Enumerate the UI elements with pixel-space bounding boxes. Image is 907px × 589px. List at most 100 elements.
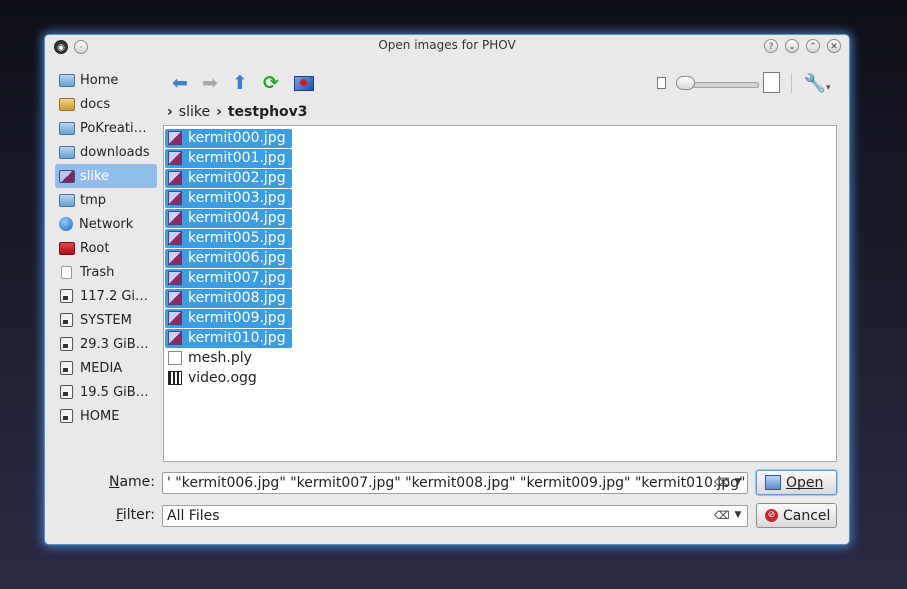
sidebar-item-label: docs: [80, 96, 111, 112]
sidebar-item[interactable]: Root: [55, 236, 157, 260]
breadcrumb-item-current[interactable]: testphov3: [228, 104, 308, 120]
folder-downloads-icon: [59, 145, 75, 159]
file-item-content[interactable]: kermit007.jpg: [165, 268, 292, 288]
image-file-icon: [168, 191, 182, 205]
filter-label: Filter:: [115, 507, 155, 523]
trash-icon: [61, 265, 72, 279]
file-item-content[interactable]: kermit001.jpg: [165, 148, 292, 168]
sidebar-item[interactable]: downloads: [55, 140, 157, 164]
file-item-content[interactable]: kermit004.jpg: [165, 208, 292, 228]
sidebar-item[interactable]: slike: [55, 164, 157, 188]
file-item[interactable]: kermit000.jpg: [165, 128, 836, 148]
file-item[interactable]: kermit007.jpg: [165, 268, 836, 288]
reload-icon[interactable]: ⟳: [258, 71, 284, 95]
zoom-slider-handle[interactable]: [676, 76, 695, 90]
sidebar-item[interactable]: HOME: [55, 404, 157, 428]
sidebar-item[interactable]: MEDIA: [55, 356, 157, 380]
breadcrumb-separator[interactable]: ›: [216, 104, 222, 120]
sidebar-item[interactable]: 19.5 GiB…: [55, 380, 157, 404]
drive-icon: [60, 385, 73, 399]
file-item-content[interactable]: kermit008.jpg: [165, 288, 292, 308]
breadcrumb-item-slike[interactable]: slike: [179, 104, 210, 120]
file-name: kermit002.jpg: [188, 170, 286, 186]
sidebar-item[interactable]: SYSTEM: [55, 308, 157, 332]
file-item[interactable]: kermit001.jpg: [165, 148, 836, 168]
file-list[interactable]: kermit000.jpg kermit001.jpg kermit002.jpg k…: [163, 125, 837, 462]
sidebar-item-label: Trash: [80, 264, 115, 280]
sidebar-item[interactable]: 117.2 Gi…: [55, 284, 157, 308]
file-item-content[interactable]: video.ogg: [165, 369, 263, 388]
file-item-content[interactable]: mesh.ply: [165, 349, 258, 368]
file-item[interactable]: kermit002.jpg: [165, 168, 836, 188]
cancel-button[interactable]: ⊘ Cancel: [756, 503, 837, 528]
file-item-content[interactable]: kermit003.jpg: [165, 188, 292, 208]
network-icon: [59, 217, 73, 231]
sidebar-item-label: PoKreati…: [80, 120, 147, 136]
file-name: mesh.ply: [188, 350, 252, 366]
file-item-content[interactable]: kermit005.jpg: [165, 228, 292, 248]
sidebar-item[interactable]: Trash: [55, 260, 157, 284]
zoom-out-icon[interactable]: [657, 77, 666, 89]
image-file-icon: [168, 291, 182, 305]
name-label-text: ame:: [119, 474, 155, 490]
file-item-content[interactable]: kermit006.jpg: [165, 248, 292, 268]
folder-home-icon: [59, 73, 75, 87]
maximize-button[interactable]: ⌃: [806, 39, 820, 53]
file-name: kermit006.jpg: [188, 250, 286, 266]
file-item[interactable]: kermit006.jpg: [165, 248, 836, 268]
file-item[interactable]: mesh.ply: [165, 348, 836, 368]
breadcrumb-root-arrow[interactable]: ›: [167, 104, 173, 120]
sidebar-splitter-handle[interactable]: [159, 265, 162, 268]
filter-clear-icon[interactable]: ⌫: [714, 509, 730, 523]
close-button[interactable]: ✕: [827, 39, 841, 53]
filter-combo[interactable]: All Files: [162, 505, 748, 527]
file-item-content[interactable]: kermit000.jpg: [165, 128, 292, 148]
back-arrow-icon[interactable]: ⬅: [167, 71, 193, 95]
sidebar-item-label: MEDIA: [80, 360, 123, 376]
file-name: kermit001.jpg: [188, 150, 286, 166]
filter-label-text: ilter:: [122, 507, 155, 523]
sidebar-item[interactable]: tmp: [55, 188, 157, 212]
sidebar-item-label: HOME: [80, 408, 120, 424]
file-item[interactable]: kermit003.jpg: [165, 188, 836, 208]
minimize-button[interactable]: ⌄: [785, 39, 799, 53]
file-item[interactable]: kermit004.jpg: [165, 208, 836, 228]
title-bar[interactable]: ◉ · Open images for PHOV ? ⌄ ⌃ ✕: [45, 35, 849, 57]
image-file-icon: [168, 271, 182, 285]
help-button[interactable]: ?: [764, 39, 778, 53]
file-name: kermit009.jpg: [188, 310, 286, 326]
sidebar-item-label: Root: [80, 240, 110, 256]
file-item-content[interactable]: kermit009.jpg: [165, 308, 292, 328]
places-sidebar: Home docs PoKreati… downloads slike tmp Networ…: [55, 68, 157, 428]
name-combo[interactable]: ' "kermit006.jpg" "kermit007.jpg" "kermi…: [162, 472, 748, 494]
zoom-in-icon[interactable]: [763, 72, 780, 93]
image-file-icon: [168, 331, 182, 345]
sidebar-item[interactable]: Home: [55, 68, 157, 92]
preview-button[interactable]: [291, 71, 317, 95]
filter-value[interactable]: All Files: [167, 508, 220, 524]
file-item[interactable]: kermit009.jpg: [165, 308, 836, 328]
name-dropdown-arrow[interactable]: ▼: [732, 474, 744, 490]
drive-icon: [60, 313, 73, 327]
name-clear-icon[interactable]: ⌫: [714, 476, 730, 490]
file-item[interactable]: kermit005.jpg: [165, 228, 836, 248]
sidebar-item[interactable]: Network: [55, 212, 157, 236]
sidebar-item-label: SYSTEM: [80, 312, 132, 328]
image-file-icon: [168, 131, 182, 145]
sidebar-item[interactable]: 29.3 GiB…: [55, 332, 157, 356]
up-arrow-icon[interactable]: ⬆: [227, 71, 253, 95]
name-input[interactable]: ' "kermit006.jpg" "kermit007.jpg" "kermi…: [167, 475, 745, 491]
file-item-content[interactable]: kermit002.jpg: [165, 168, 292, 188]
file-item[interactable]: video.ogg: [165, 368, 836, 388]
sidebar-item[interactable]: PoKreati…: [55, 116, 157, 140]
file-item-content[interactable]: kermit010.jpg: [165, 328, 292, 348]
folder-root-icon: [59, 241, 75, 255]
open-file-dialog: ◉ · Open images for PHOV ? ⌄ ⌃ ✕ Home doc…: [45, 35, 849, 544]
options-wrench-icon[interactable]: 🔧 ▾: [801, 71, 833, 95]
sidebar-item[interactable]: docs: [55, 92, 157, 116]
file-item[interactable]: kermit008.jpg: [165, 288, 836, 308]
filter-dropdown-arrow[interactable]: ▼: [732, 507, 744, 523]
forward-arrow-icon[interactable]: ➡: [197, 71, 223, 95]
open-button[interactable]: Open: [756, 470, 837, 495]
file-item[interactable]: kermit010.jpg: [165, 328, 836, 348]
